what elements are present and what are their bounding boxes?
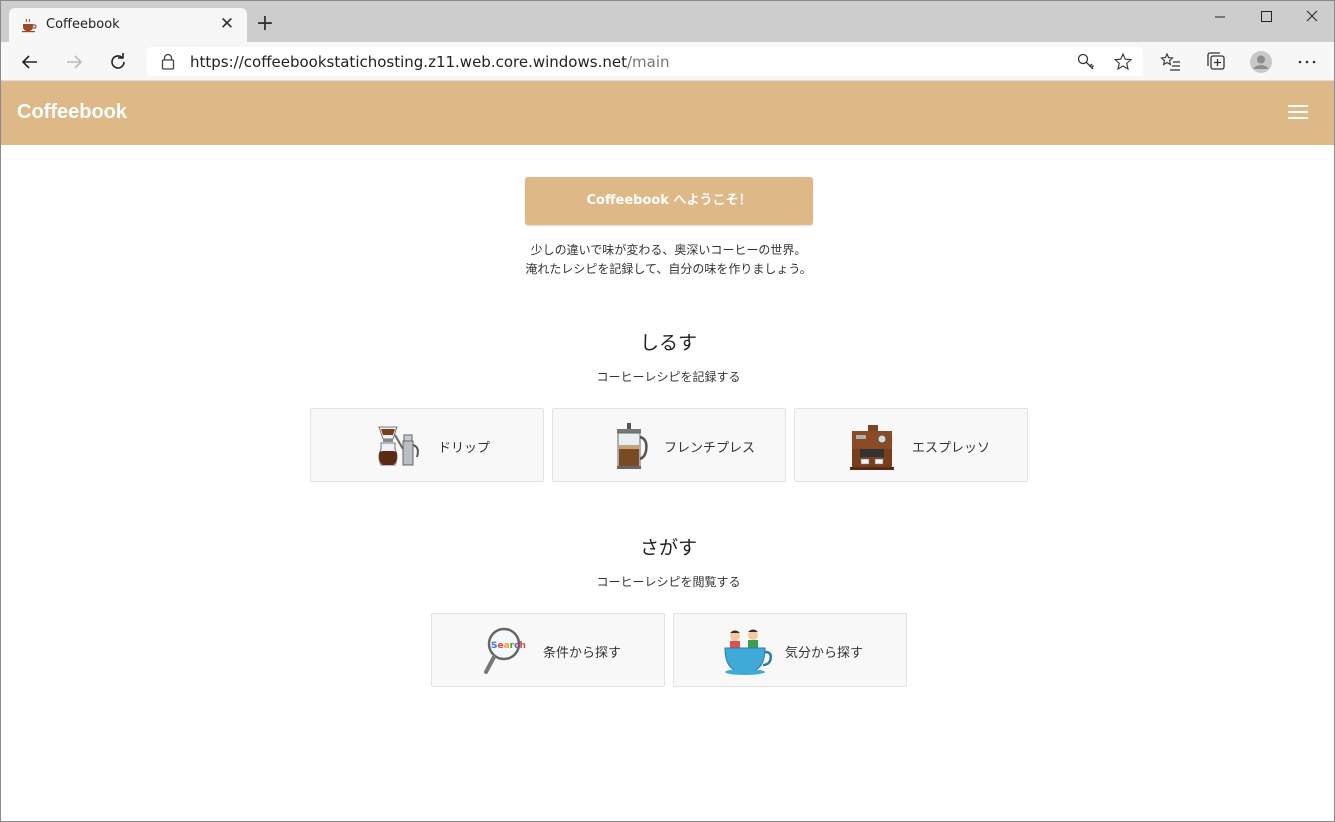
search-by-mood-card[interactable]: 気分から探す <box>673 613 907 687</box>
search-by-condition-label: 条件から探す <box>543 646 622 661</box>
refresh-icon[interactable] <box>106 50 130 74</box>
french-press-icon <box>617 423 648 469</box>
url-text[interactable]: https://coffeebookstatichosting.z11.web.… <box>190 53 670 71</box>
espresso-card-label: エスプレッソ <box>912 441 991 456</box>
minimize-icon[interactable] <box>1197 5 1243 29</box>
french-press-card[interactable]: フレンチプレス <box>552 408 786 482</box>
key-icon[interactable] <box>1076 52 1096 72</box>
browser-window: Coffeebook ✕ + https://coffeebookstatich… <box>0 0 1335 822</box>
tab-close-icon[interactable]: ✕ <box>217 14 237 34</box>
record-section-title: しるす <box>639 332 697 354</box>
welcome-button[interactable]: Coffeebook へようこそ！ <box>525 177 813 225</box>
tab-strip: Coffeebook ✕ + <box>1 1 1334 42</box>
svg-text:Search: Search <box>491 641 526 651</box>
drip-card[interactable]: ドリップ <box>310 408 544 482</box>
tab-title: Coffeebook <box>46 17 120 32</box>
search-by-mood-label: 気分から探す <box>785 646 864 661</box>
intro-text: 少しの違いで味が変わる、奥深いコーヒーの世界。 淹れたレシピを記録して、自分の味… <box>401 241 936 279</box>
brand-logo-text[interactable]: Coffeebook <box>17 101 127 124</box>
search-section-subtitle: コーヒーレシピを閲覧する <box>596 575 741 589</box>
drip-coffee-icon <box>378 426 419 466</box>
search-section-title: さがす <box>639 537 697 559</box>
espresso-card[interactable]: エスプレッソ <box>794 408 1028 482</box>
new-tab-plus-icon[interactable]: + <box>253 13 277 37</box>
record-section-subtitle: コーヒーレシピを記録する <box>596 370 741 384</box>
french-press-card-label: フレンチプレス <box>664 441 756 456</box>
profile-avatar-icon[interactable] <box>1249 50 1273 74</box>
window-close-icon[interactable] <box>1289 5 1335 29</box>
coffee-cup-people-icon <box>724 629 773 675</box>
browser-tab[interactable]: Coffeebook ✕ <box>9 8 247 42</box>
intro-line-2: 淹れたレシピを記録して、自分の味を作りましょう。 <box>525 262 812 276</box>
collections-icon[interactable] <box>1204 50 1228 74</box>
back-arrow-icon[interactable] <box>18 50 42 74</box>
magnifier-search-icon: Search <box>484 627 526 674</box>
url-path: /main <box>626 53 670 71</box>
maximize-icon[interactable] <box>1243 5 1289 29</box>
address-toolbar: https://coffeebookstatichosting.z11.web.… <box>1 42 1334 81</box>
search-by-condition-card[interactable]: Search 条件から探す <box>431 613 665 687</box>
coffee-cup-icon <box>22 18 37 33</box>
favorite-star-icon[interactable] <box>1113 52 1133 72</box>
more-menu-icon[interactable] <box>1295 50 1319 74</box>
app-header: Coffeebook <box>1 81 1334 145</box>
address-bar[interactable]: https://coffeebookstatichosting.z11.web.… <box>147 47 1143 76</box>
forward-arrow-icon[interactable] <box>62 50 86 74</box>
url-host: https://coffeebookstatichosting.z11.web.… <box>190 53 627 71</box>
intro-line-1: 少しの違いで味が変わる、奥深いコーヒーの世界。 <box>530 243 807 257</box>
favorites-list-icon[interactable] <box>1159 50 1183 74</box>
hamburger-menu-icon[interactable] <box>1288 105 1308 121</box>
lock-icon[interactable] <box>161 53 175 70</box>
espresso-machine-icon <box>850 425 894 470</box>
drip-card-label: ドリップ <box>438 441 491 456</box>
